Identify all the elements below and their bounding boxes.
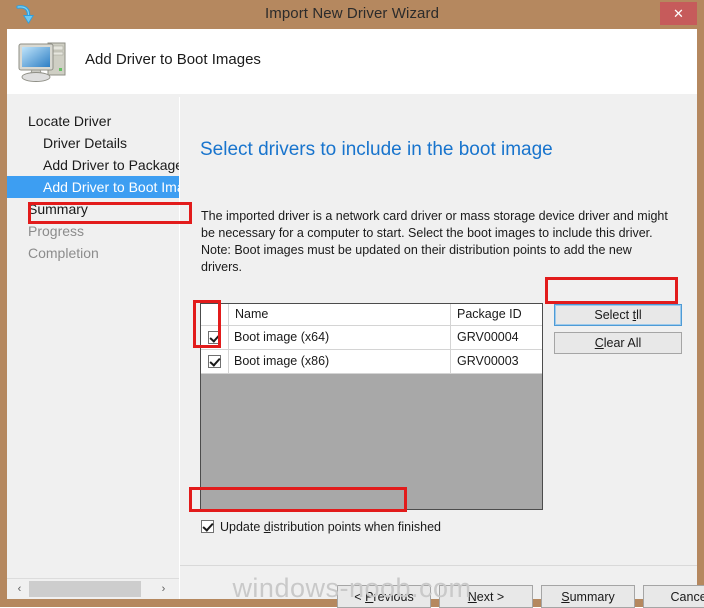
window-title: Import New Driver Wizard (264, 5, 440, 22)
cancel-label: Cancel (670, 589, 704, 604)
wizard-sidebar: Locate Driver Driver Details Add Driver … (7, 97, 187, 599)
select-all-rest: ll (636, 308, 642, 322)
wizard-header: Add Driver to Boot Images (7, 29, 697, 94)
row-checkbox[interactable] (208, 355, 221, 368)
sidebar-item-completion: Completion (28, 245, 99, 261)
listview-header: Name Package ID (201, 304, 542, 326)
row-name: Boot image (x86) (229, 350, 451, 373)
row-checkbox-cell[interactable] (201, 350, 229, 373)
cancel-button[interactable]: Cancel (643, 585, 704, 608)
sidebar-item-driver-details[interactable]: Driver Details (7, 132, 179, 154)
sidebar-item-locate-driver[interactable]: Locate Driver (7, 110, 179, 132)
computer-icon (15, 35, 71, 85)
row-package-id: GRV00004 (457, 330, 519, 344)
page-description: The imported driver is a network card dr… (201, 209, 668, 274)
previous-prefix: < (354, 589, 366, 604)
footer-separator (180, 565, 697, 566)
page-title: Select drivers to include in the boot im… (200, 139, 553, 160)
table-row[interactable]: Boot image (x86) GRV00003 (201, 350, 542, 374)
update-distribution-points-checkbox[interactable] (201, 520, 214, 534)
table-row[interactable]: Boot image (x64) GRV00004 (201, 326, 542, 350)
row-name: Boot image (x64) (229, 326, 451, 349)
row-checkbox-cell[interactable] (201, 326, 229, 349)
client-area: Add Driver to Boot Images Locate Driver … (7, 29, 704, 608)
select-all-button[interactable]: Select tll (554, 304, 682, 326)
update-label-before: Update (220, 520, 264, 534)
clear-all-rest: lear All (603, 336, 642, 350)
next-accel: N (467, 589, 477, 604)
update-label-accel: d (263, 520, 271, 534)
sidebar-item-add-driver-to-packages[interactable]: Add Driver to Packages (7, 154, 179, 176)
column-header-name[interactable]: Name (229, 304, 451, 325)
previous-suffix: revious (373, 589, 414, 604)
wizard-step-list: Locate Driver Driver Details Add Driver … (7, 110, 187, 264)
summary-suffix: ummary (569, 589, 615, 604)
summary-button[interactable]: Summary (541, 585, 635, 608)
clear-all-accel: C (594, 336, 604, 350)
summary-accel: S (561, 589, 570, 604)
row-package-id: GRV00003 (457, 354, 519, 368)
title-bar: Import New Driver Wizard ✕ (0, 0, 704, 29)
sidebar-item-progress: Progress (28, 223, 85, 239)
boot-images-listview[interactable]: Name Package ID Boot image (x64) GRV0000… (200, 303, 543, 510)
row-checkbox[interactable] (208, 331, 221, 344)
sidebar-horizontal-scrollbar[interactable]: ‹ › (7, 578, 179, 599)
column-header-package-id[interactable]: Package ID (451, 304, 542, 325)
scroll-left-arrow-icon[interactable]: ‹ (10, 579, 29, 599)
scrollbar-thumb[interactable] (29, 581, 141, 597)
wizard-header-title: Add Driver to Boot Images (85, 51, 261, 68)
next-button[interactable]: Next > (439, 585, 533, 608)
close-button[interactable]: ✕ (660, 2, 697, 25)
sidebar-item-add-driver-to-boot-images[interactable]: Add Driver to Boot Images (7, 176, 187, 198)
update-label-after: istribution points when finished (270, 520, 441, 534)
update-distribution-points-row[interactable]: Update distribution points when finished (201, 520, 441, 538)
scroll-right-arrow-icon[interactable]: › (154, 579, 173, 599)
previous-button[interactable]: < Previous (337, 585, 431, 608)
wizard-window: Import New Driver Wizard ✕ Add Driver to… (0, 0, 704, 608)
clear-all-button[interactable]: Clear All (554, 332, 682, 354)
next-suffix: ext > (476, 589, 505, 604)
sidebar-item-summary[interactable]: Summary (7, 198, 179, 220)
wizard-main-panel: Select drivers to include in the boot im… (180, 97, 704, 608)
column-header-checkbox (201, 304, 229, 325)
